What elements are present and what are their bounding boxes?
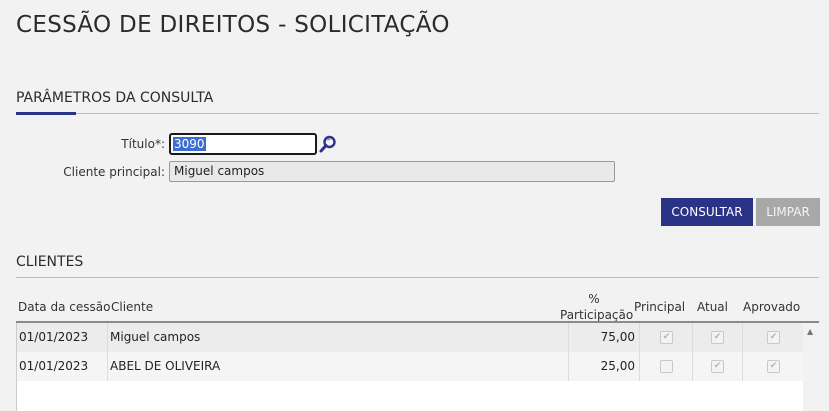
header-atual[interactable]: Atual (697, 300, 728, 314)
cell-data: 01/01/2023 (19, 330, 89, 344)
grid-header: Data da cessão Cliente % Participação Pr… (16, 292, 819, 322)
params-section-title: PARÂMETROS DA CONSULTA (16, 90, 214, 106)
aprovado-checkbox[interactable]: ✔ (767, 360, 780, 373)
header-aprovado[interactable]: Aprovado (743, 300, 800, 314)
titulo-value: 3090 (173, 137, 206, 151)
atual-checkbox[interactable]: ✔ (711, 331, 724, 344)
scroll-up-arrow-icon[interactable]: ▲ (807, 327, 813, 336)
search-button[interactable] (317, 133, 339, 155)
titulo-input[interactable]: 3090 (169, 133, 317, 155)
cliente-principal-label: Cliente principal: (63, 165, 165, 179)
cell-divider (639, 323, 640, 352)
clientes-section-title: CLIENTES (16, 254, 84, 270)
cell-participacao: 25,00 (600, 359, 635, 373)
cell-participacao: 75,00 (600, 330, 635, 344)
cell-data: 01/01/2023 (19, 359, 89, 373)
limpar-button[interactable]: LIMPAR (756, 198, 820, 226)
cell-divider (742, 323, 743, 352)
consultar-button[interactable]: CONSULTAR (661, 198, 753, 226)
grid-scrollbar[interactable]: ▲ (803, 323, 819, 411)
cell-divider (639, 352, 640, 381)
principal-checkbox[interactable]: ✔ (660, 331, 673, 344)
clientes-divider (16, 277, 819, 278)
header-data-cessao[interactable]: Data da cessão (18, 300, 110, 314)
cell-cliente: ABEL DE OLIVEIRA (110, 359, 221, 373)
search-icon (319, 135, 336, 153)
principal-checkbox[interactable] (660, 360, 673, 373)
header-participacao[interactable]: Participação (560, 308, 633, 322)
header-cliente[interactable]: Cliente (111, 300, 153, 314)
cell-cliente: Miguel campos (110, 330, 201, 344)
header-participacao-pct: % (588, 292, 600, 306)
params-divider-accent (16, 112, 76, 115)
clientes-grid: 01/01/2023 Miguel campos 75,00 ✔ ✔ ✔ 01/… (16, 323, 804, 411)
cliente-principal-field: Miguel campos (169, 161, 615, 182)
table-row[interactable]: 01/01/2023 ABEL DE OLIVEIRA 25,00 ✔ ✔ (17, 352, 804, 381)
cell-divider (692, 352, 693, 381)
header-principal[interactable]: Principal (634, 300, 685, 314)
cell-divider (742, 352, 743, 381)
page-title: CESSÃO DE DIREITOS - SOLICITAÇÃO (16, 12, 450, 38)
atual-checkbox[interactable]: ✔ (711, 360, 724, 373)
params-divider (16, 113, 819, 114)
cell-divider (107, 323, 108, 352)
cell-divider (107, 352, 108, 381)
aprovado-checkbox[interactable]: ✔ (767, 331, 780, 344)
table-row[interactable]: 01/01/2023 Miguel campos 75,00 ✔ ✔ ✔ (17, 323, 804, 352)
cell-divider (692, 323, 693, 352)
titulo-label: Título*: (121, 137, 165, 151)
